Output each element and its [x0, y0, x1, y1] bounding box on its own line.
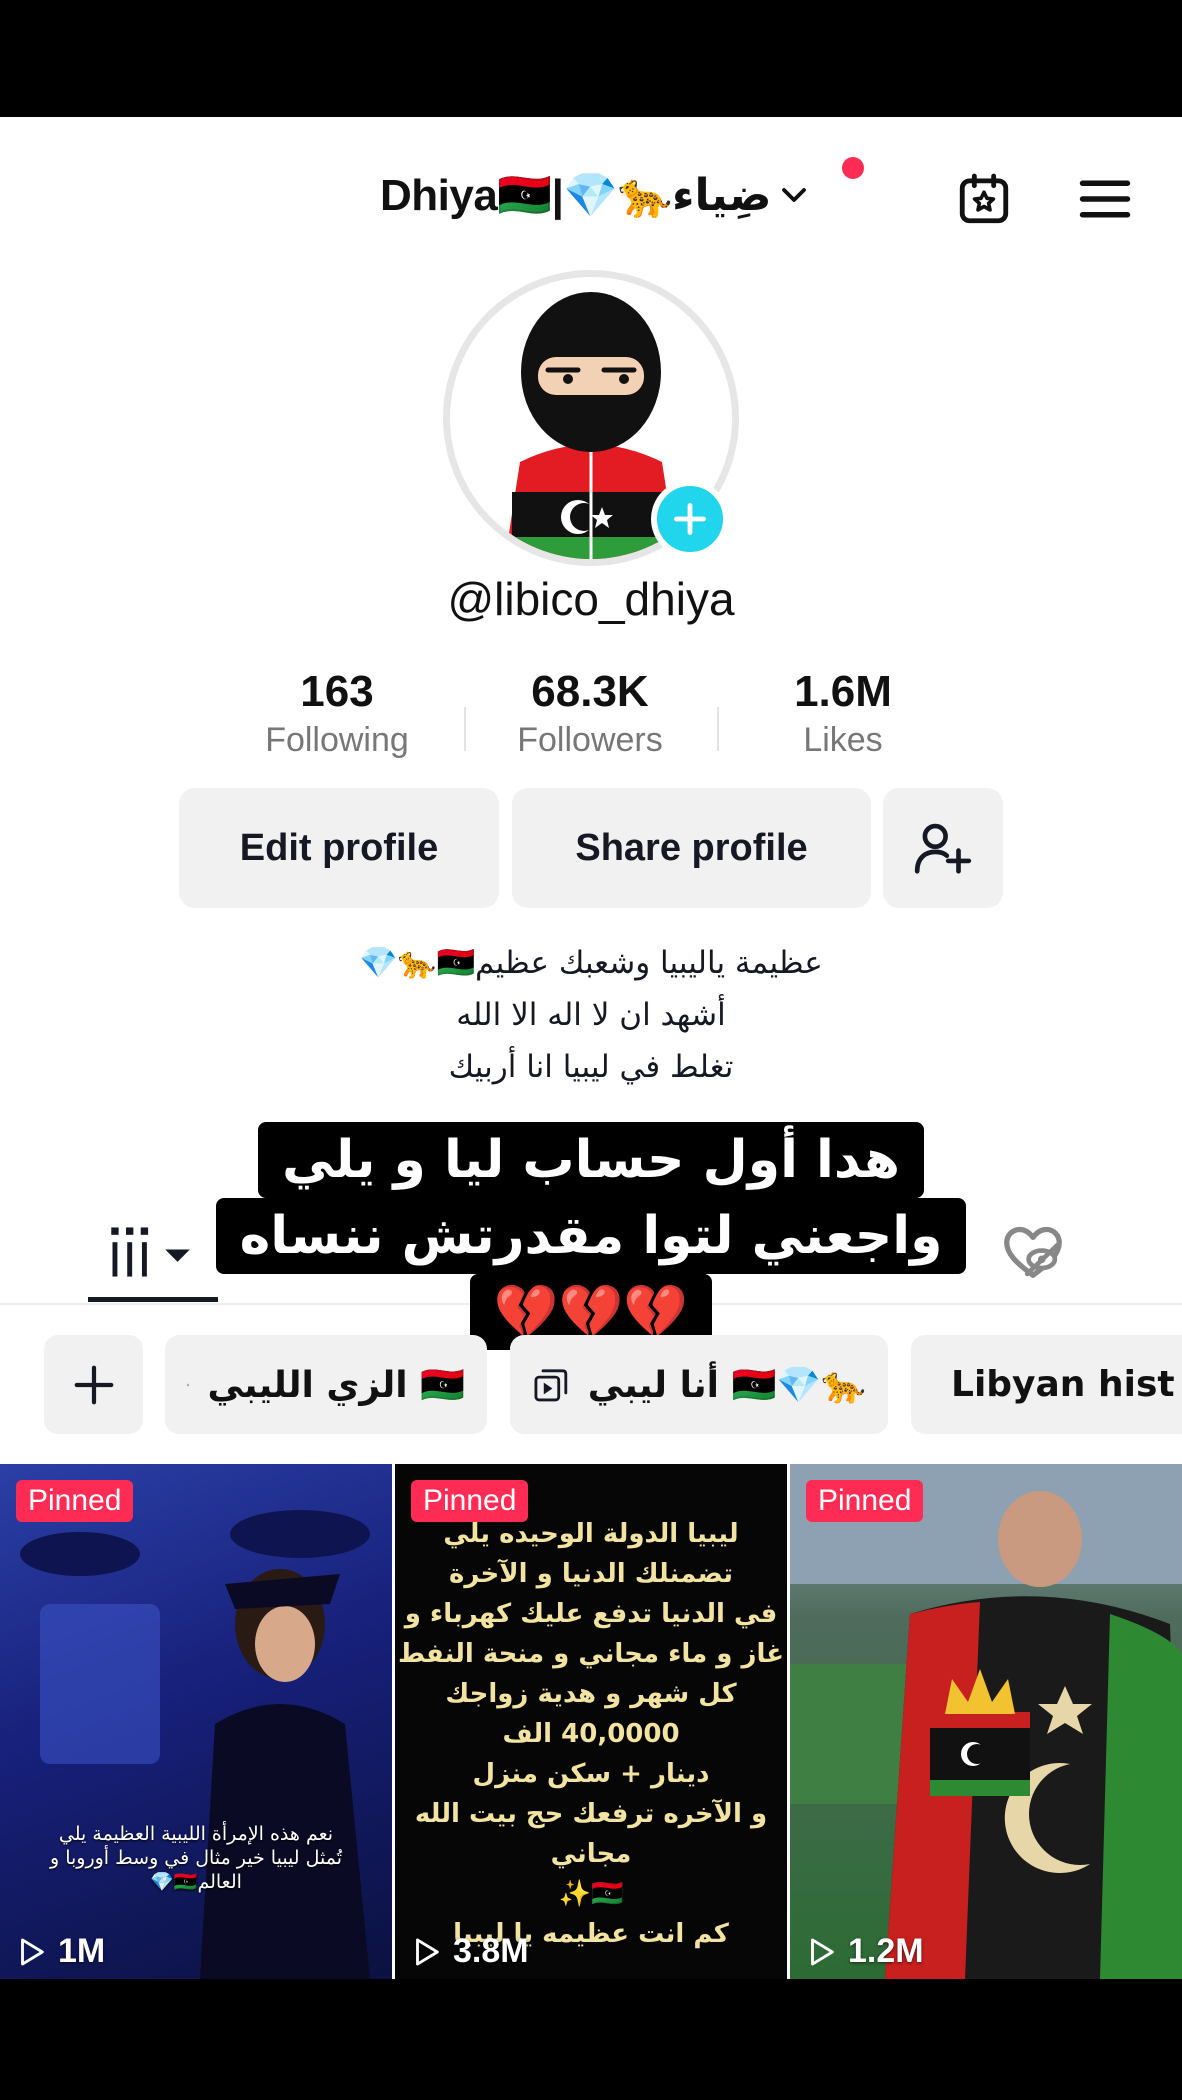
video-caption: نعم هذه الإمرأة الليبية العظيمة يلي تُمث…	[49, 1823, 343, 1893]
plus-icon	[74, 1365, 113, 1404]
profile-header: Dhiya🇱🇾|💎🐆ضِياء	[0, 157, 1182, 237]
video-thumbnail[interactable]: ليبيا الدولة الوحيده يلي تضمنلك الدنيا و…	[395, 1464, 787, 1979]
following-label: Following	[265, 721, 409, 759]
view-count: 3.8M	[409, 1932, 529, 1971]
playlist-label: Libyan hist	[951, 1364, 1175, 1405]
pinned-badge: Pinned	[16, 1480, 134, 1522]
followers-stat[interactable]: 68.3K Followers	[490, 667, 690, 760]
following-count: 163	[300, 667, 374, 716]
tab-liked[interactable]	[998, 1217, 1068, 1287]
menu-icon-svg	[1079, 180, 1131, 218]
account-switcher[interactable]: Dhiya🇱🇾|💎🐆ضِياء	[380, 169, 809, 221]
play-icon	[811, 1938, 834, 1965]
edit-profile-button[interactable]: Edit profile	[179, 788, 499, 908]
profile-avatar[interactable]	[443, 270, 739, 566]
stat-divider	[464, 707, 466, 751]
play-icon	[21, 1938, 44, 1965]
following-stat[interactable]: 163 Following	[237, 667, 437, 760]
profile-stats: 163 Following 68.3K Followers 1.6M Likes	[0, 667, 1182, 767]
add-avatar-button[interactable]	[651, 480, 729, 558]
playlist-chip[interactable]: الزي الليبي 🇱🇾	[165, 1335, 487, 1434]
playlist-label: الزي الليبي 🇱🇾	[207, 1364, 465, 1406]
view-count-value: 3.8M	[453, 1932, 529, 1970]
video-text-line: 🇱🇾✨	[558, 1879, 624, 1909]
bio-line: أشهد ان لا اله الا الله	[456, 997, 726, 1033]
video-thumbnail[interactable]: نعم هذه الإمرأة الليبية العظيمة يلي تُمث…	[0, 1464, 392, 1979]
calendar-star-icon-svg	[959, 173, 1009, 224]
caption-line: واجعني لتوا مقدرتش ننساه	[215, 1198, 967, 1274]
followers-label: Followers	[517, 721, 663, 759]
profile-screen: Dhiya🇱🇾|💎🐆ضِياء @libico_dhiya 163 Follow…	[0, 117, 1182, 1979]
profile-bio: عظيمة ياليبيا وشعبك عظيم🇱🇾🐆💎 أشهد ان لا …	[0, 937, 1182, 1093]
likes-label: Likes	[803, 721, 883, 759]
plus-icon	[674, 503, 706, 535]
video-text-block: ليبيا الدولة الوحيده يلي تضمنلك الدنيا و…	[395, 1514, 787, 1954]
add-friends-button[interactable]	[883, 788, 1003, 908]
share-profile-button[interactable]: Share profile	[512, 788, 871, 908]
add-person-icon	[914, 823, 972, 874]
video-text-line: تضمنلك الدنيا و الآخرة	[449, 1559, 733, 1589]
caption-line: هدا أول حساب ليا و يلي	[258, 1122, 924, 1198]
playlist-chip[interactable]: أنا ليبي 🇱🇾💎🐆	[510, 1335, 888, 1434]
likes-stat[interactable]: 1.6M Likes	[743, 667, 943, 760]
video-text-line: في الدنيا تدفع عليك كهرباء و	[404, 1599, 778, 1629]
bio-line: تغلط في ليبيا انا أربيك	[448, 1049, 734, 1085]
active-tab-indicator	[88, 1297, 218, 1302]
stat-divider	[717, 707, 719, 751]
playlist-chip[interactable]: Libyan hist	[911, 1335, 1182, 1434]
profile-username: @libico_dhiya	[447, 573, 735, 625]
pinned-badge: Pinned	[806, 1480, 924, 1522]
followers-count: 68.3K	[531, 667, 649, 716]
video-thumbnail[interactable]: Pinned 1.2M	[790, 1464, 1182, 1979]
bio-line: عظيمة ياليبيا وشعبك عظيم🇱🇾🐆💎	[359, 945, 823, 981]
playlist-icon	[534, 1368, 568, 1401]
chevron-down-icon	[782, 188, 807, 202]
video-text-line: غاز و ماء مجاني و منحة النفط	[397, 1639, 784, 1669]
likes-count: 1.6M	[794, 667, 892, 716]
calendar-star-icon[interactable]	[954, 169, 1014, 229]
tab-videos[interactable]	[88, 1207, 218, 1297]
playlist-icon	[187, 1383, 190, 1386]
video-1-image	[20, 1510, 370, 1979]
account-name: Dhiya🇱🇾|💎🐆ضِياء	[380, 171, 772, 220]
notification-dot	[842, 157, 864, 179]
view-count: 1M	[14, 1932, 105, 1971]
play-icon	[416, 1938, 439, 1965]
view-count-value: 1M	[58, 1932, 106, 1970]
pinned-badge: Pinned	[411, 1480, 529, 1522]
video-3-image	[790, 1464, 1182, 1979]
tab-divider	[0, 1303, 1182, 1305]
hidden-heart-icon	[1004, 1226, 1062, 1278]
view-count-value: 1.2M	[848, 1932, 924, 1970]
video-text-line: و الآخره ترفعك حج بيت الله	[414, 1799, 768, 1829]
video-grid: نعم هذه الإمرأة الليبية العظيمة يلي تُمث…	[0, 1464, 1182, 1979]
video-text-line: مجاني	[550, 1839, 632, 1869]
grid-filter-icon	[111, 1227, 190, 1277]
add-playlist-button[interactable]	[44, 1335, 143, 1434]
video-text-line: دينار + سكن منزل	[472, 1759, 710, 1789]
playlist-label: أنا ليبي 🇱🇾💎🐆	[587, 1364, 866, 1406]
view-count: 1.2M	[804, 1932, 924, 1971]
hamburger-menu-icon[interactable]	[1075, 169, 1135, 229]
video-text-line: كل شهر و هدية زواجك 40,0000 الف	[445, 1679, 737, 1749]
